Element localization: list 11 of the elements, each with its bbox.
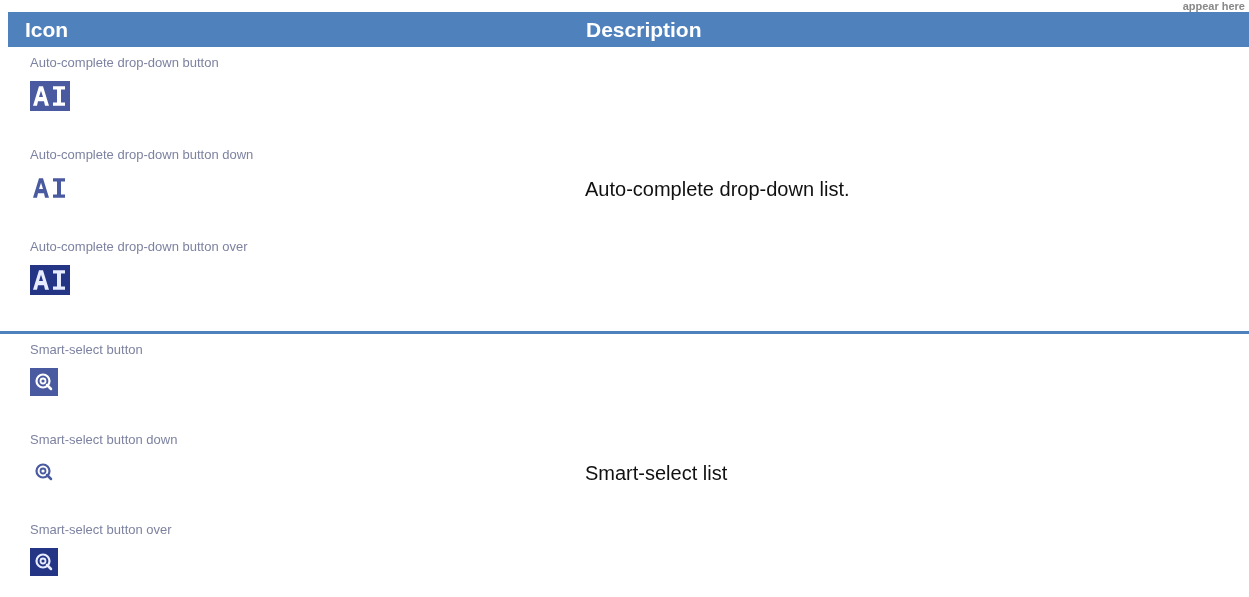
- icon-label: Auto-complete drop-down button over: [30, 239, 248, 254]
- icon-label: Smart-select button: [30, 342, 143, 357]
- column-header: Icon: [24, 17, 70, 42]
- icon-label: Smart-select button over: [30, 522, 172, 537]
- icon-label: Auto-complete drop-down button down: [30, 147, 254, 162]
- column-header: Description: [586, 17, 702, 42]
- icon-label: Auto-complete drop-down button: [30, 55, 219, 70]
- icon-label: Smart-select button down: [30, 432, 178, 447]
- description-text: Smart-select list: [585, 461, 728, 485]
- cut-off-heading: appear here: [1182, 0, 1245, 12]
- description-text: Auto-complete drop-down list.: [585, 177, 850, 201]
